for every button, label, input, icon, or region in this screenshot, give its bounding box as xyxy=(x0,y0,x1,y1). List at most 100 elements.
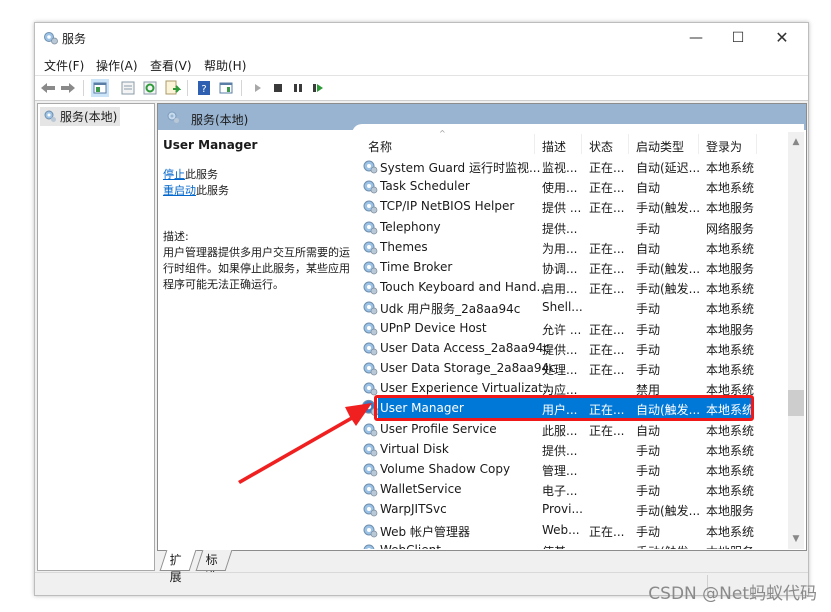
minimize-button[interactable]: — xyxy=(676,27,716,49)
column-header-log-on-as[interactable]: 登录为 xyxy=(706,138,742,155)
scroll-thumb[interactable] xyxy=(788,390,804,416)
export-list-icon[interactable] xyxy=(163,79,181,97)
cell-startup-type: 手动(触发... xyxy=(636,201,701,216)
service-gear-icon xyxy=(363,301,378,315)
description-label: 描述: xyxy=(163,230,189,243)
window-title: 服务 xyxy=(62,32,87,46)
pause-service-icon[interactable] xyxy=(289,79,307,97)
cell-status: 正在... xyxy=(589,342,625,357)
table-row[interactable]: UPnP Device Host 允许 ... 正在... 手动 本地服务 xyxy=(360,318,754,338)
back-icon[interactable] xyxy=(39,79,57,97)
cell-startup-type: 手动(触发... xyxy=(636,504,701,519)
cell-startup-type: 自动 xyxy=(636,423,661,438)
show-hide-action-pane-icon[interactable] xyxy=(217,79,235,97)
column-header-description[interactable]: 描述 xyxy=(542,138,566,155)
column-divider xyxy=(534,134,535,154)
properties-icon[interactable] xyxy=(119,79,137,97)
table-row[interactable]: TCP/IP NetBIOS Helper 提供 ... 正在... 手动(触发...… xyxy=(360,196,754,216)
start-service-icon[interactable] xyxy=(249,79,267,97)
menu-bar: 文件(F) 操作(A) 查看(V) 帮助(H) xyxy=(35,53,808,76)
scroll-up-arrow-icon[interactable]: ▲ xyxy=(788,134,804,150)
menu-action[interactable]: 操作(A) xyxy=(96,57,138,74)
cell-log-on-as: 本地系统 xyxy=(706,342,755,357)
services-gear-icon xyxy=(167,111,179,123)
table-row[interactable]: Web 帐户管理器 Web... 正在... 手动 本地系统 xyxy=(360,520,754,540)
services-gear-icon xyxy=(44,110,56,122)
vertical-scrollbar[interactable]: ▲ ▼ xyxy=(788,132,804,549)
cell-description: 为用... xyxy=(542,241,578,256)
toolbar: ? xyxy=(35,76,808,101)
table-row[interactable]: System Guard 运行时监视... 监视... 正在... 自动(延迟... 本… xyxy=(360,156,755,176)
help-icon[interactable]: ? xyxy=(195,79,213,97)
service-gear-icon xyxy=(363,180,378,194)
restart-service-link[interactable]: 重启动 xyxy=(163,184,196,197)
cell-log-on-as: 本地系统 xyxy=(706,363,755,377)
console-tree: 服务(本地) xyxy=(37,103,155,571)
cell-log-on-as: 本地系统 xyxy=(706,423,755,438)
cell-description: 提供 ... xyxy=(542,201,582,216)
tab-standard[interactable]: 标准 xyxy=(195,550,233,584)
cell-description: 此服... xyxy=(542,423,578,438)
cell-log-on-as: 本地系统 xyxy=(706,161,755,175)
cell-name: Volume Shadow Copy xyxy=(380,462,511,476)
cell-startup-type: 自动 xyxy=(636,181,661,196)
stop-service-link[interactable]: 停止 xyxy=(163,168,185,181)
services-window: 服务 — ☐ ✕ 文件(F) 操作(A) 查看(V) 帮助(H) ? 服务(本地… xyxy=(34,22,809,596)
table-row[interactable]: Task Scheduler 使用... 正在... 自动 本地系统 xyxy=(360,176,754,196)
svg-text:?: ? xyxy=(201,84,206,95)
maximize-button[interactable]: ☐ xyxy=(718,27,758,49)
table-row[interactable]: WalletService 电子... 手动 本地系统 xyxy=(360,479,754,499)
table-row[interactable]: Themes 为用... 正在... 自动 本地系统 xyxy=(360,237,754,257)
table-row[interactable]: Time Broker 协调... 正在... 手动(触发... 本地服务 xyxy=(360,257,754,277)
cell-startup-type: 手动(触发... xyxy=(636,543,700,549)
service-gear-icon xyxy=(363,524,378,537)
column-divider xyxy=(756,134,757,154)
service-gear-icon xyxy=(363,342,378,356)
table-row[interactable]: User Profile Service 此服... 正在... 自动 本地系统 xyxy=(360,419,755,439)
table-row[interactable]: Touch Keyboard and Hand... 启用... 正在... 手动(触… xyxy=(360,277,754,297)
column-divider xyxy=(581,134,582,154)
service-gear-icon xyxy=(363,200,378,214)
show-hide-console-tree-icon[interactable] xyxy=(91,79,109,97)
tab-extended[interactable]: 扩展 xyxy=(159,550,197,584)
table-row[interactable]: WarpJITSvc Provi... 手动(触发... 本地服务 xyxy=(360,499,754,519)
services-pane: 服务(本地) User Manager 停止此服务 重启动此服务 描述: 用户管… xyxy=(157,103,807,551)
cell-name: User Experience Virtualizat... xyxy=(380,381,555,396)
forward-icon[interactable] xyxy=(59,79,77,97)
table-row[interactable]: Telephony 提供... 手动 网络服务 xyxy=(360,217,754,237)
refresh-icon[interactable] xyxy=(141,79,159,97)
table-row[interactable]: User Data Storage_2a8aa94c 处理... 正在... 手动 本地… xyxy=(360,358,755,378)
service-gear-icon xyxy=(363,503,378,517)
restart-service-icon[interactable] xyxy=(309,79,327,97)
menu-view[interactable]: 查看(V) xyxy=(150,57,192,74)
restart-service-suffix: 此服务 xyxy=(196,184,229,197)
table-row[interactable]: Volume Shadow Copy 管理... 手动 本地系统 xyxy=(360,459,754,479)
cell-status: 正在... xyxy=(589,322,625,337)
cell-description: 使用... xyxy=(542,181,578,196)
scroll-down-arrow-icon[interactable]: ▼ xyxy=(788,531,804,547)
cell-status: 正在... xyxy=(589,282,625,297)
menu-help[interactable]: 帮助(H) xyxy=(204,57,246,74)
restart-service-line: 重启动此服务 xyxy=(163,183,353,199)
cell-name: UPnP Device Host xyxy=(380,320,487,335)
column-header-status[interactable]: 状态 xyxy=(589,138,613,155)
cell-description: Web... xyxy=(542,522,580,537)
tree-item-services-local[interactable]: 服务(本地) xyxy=(40,107,121,126)
table-row[interactable]: Virtual Disk 提供... 手动 本地系统 xyxy=(360,439,754,459)
close-button[interactable]: ✕ xyxy=(762,27,802,49)
cell-name: TCP/IP NetBIOS Helper xyxy=(380,199,515,214)
cell-name: WarpJITSvc xyxy=(380,502,447,517)
services-gear-icon xyxy=(44,32,58,45)
table-row[interactable]: WebClient 使基... 手动(触发... 本地服务 xyxy=(360,540,754,549)
column-header-startup-type[interactable]: 启动类型 xyxy=(636,138,684,155)
table-row[interactable]: Udk 用户服务_2a8aa94c Shell... 手动 本地系统 xyxy=(360,297,754,317)
menu-file[interactable]: 文件(F) xyxy=(44,57,84,74)
column-header-name[interactable]: 名称 xyxy=(368,138,392,155)
cell-status: 正在... xyxy=(589,201,625,216)
selected-service-name: User Manager xyxy=(163,138,258,152)
service-gear-icon xyxy=(363,322,378,335)
cell-name: Task Scheduler xyxy=(380,179,470,194)
stop-service-icon[interactable] xyxy=(269,79,287,97)
table-row[interactable]: User Data Access_2a8aa94c 提供... 正在... 手动 本地系… xyxy=(360,338,755,358)
service-gear-icon xyxy=(363,261,378,275)
